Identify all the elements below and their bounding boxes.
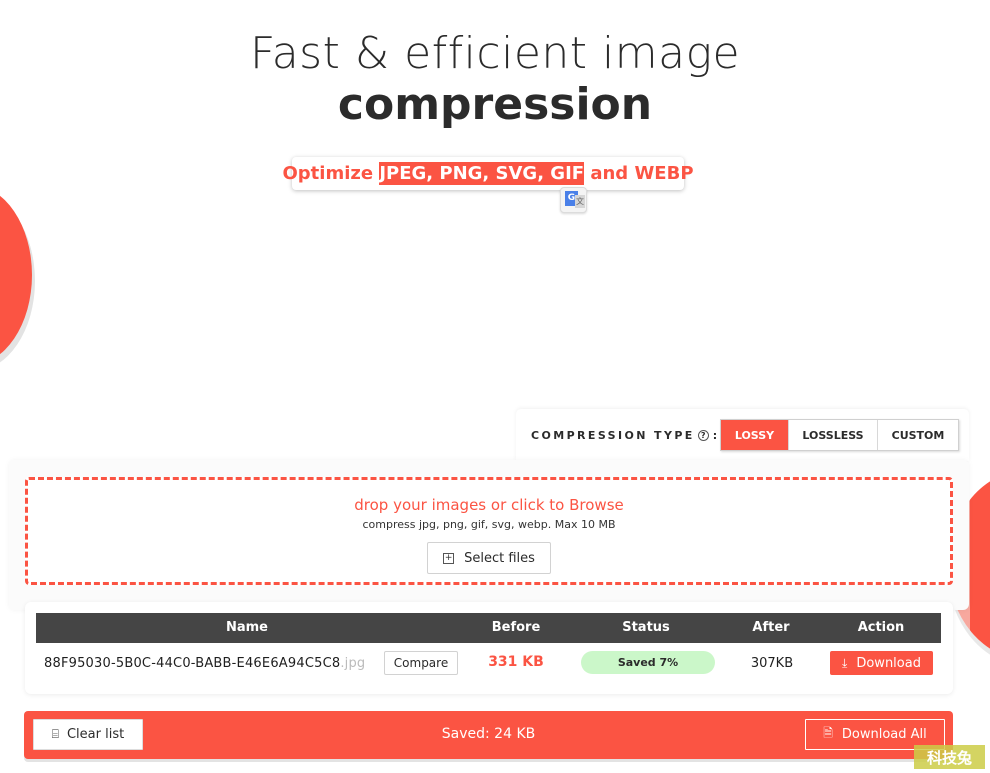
size-after: 307KB xyxy=(750,656,794,671)
select-files-button[interactable]: + Select files xyxy=(427,542,551,574)
subtitle-suffix: and WEBP xyxy=(584,163,694,184)
column-header-action: Action xyxy=(857,620,905,635)
compression-type-toggle: LOSSY LOSSLESS CUSTOM xyxy=(720,419,959,451)
table-header: Name Before Status After Action xyxy=(36,613,941,643)
select-files-label: Select files xyxy=(464,550,535,566)
compression-type-label: COMPRESSION TYPE ? : xyxy=(531,429,720,442)
column-header-after: After xyxy=(752,620,790,635)
summary-bar: ⌸ Clear list Saved: 24 KB 🗎 Download All xyxy=(24,711,953,759)
file-extension: .jpg xyxy=(340,656,366,671)
lossy-button[interactable]: LOSSY xyxy=(721,420,789,450)
subtitle-prefix: Optimize xyxy=(282,163,380,184)
compression-type-panel: COMPRESSION TYPE ? : LOSSY LOSSLESS CUST… xyxy=(516,409,969,461)
download-all-label: Download All xyxy=(841,727,927,742)
compression-type-text: COMPRESSION TYPE xyxy=(531,428,695,442)
download-icon: ⤓ xyxy=(842,655,848,670)
zip-file-icon: 🗎 xyxy=(823,726,833,740)
lossless-button[interactable]: LOSSLESS xyxy=(789,420,878,450)
column-header-before: Before xyxy=(491,620,541,635)
file-name-text: 88F95030-5B0C-44C0-BABB-E46E6A94C5C8 xyxy=(44,656,341,671)
help-icon[interactable]: ? xyxy=(697,429,709,441)
add-file-icon: + xyxy=(443,552,455,564)
dropzone-subtitle: compress jpg, png, gif, svg, webp. Max 1… xyxy=(362,518,616,531)
custom-button[interactable]: CUSTOM xyxy=(878,420,958,450)
files-table: Name Before Status After Action 88F95030… xyxy=(25,602,953,694)
supported-formats-banner: Optimize JPEG, PNG, SVG, GIF and WEBP xyxy=(282,157,694,190)
download-label: Download xyxy=(856,655,921,671)
file-name: 88F95030-5B0C-44C0-BABB-E46E6A94C5C8.jpg xyxy=(44,656,382,671)
file-dropzone[interactable]: drop your images or click to Browse comp… xyxy=(25,477,953,585)
google-translate-icon[interactable]: G 文 xyxy=(560,187,587,213)
translate-t-glyph: 文 xyxy=(575,195,585,208)
hero-heading: Fast & efficient image compression xyxy=(0,28,990,130)
column-header-name: Name xyxy=(225,620,268,635)
compare-button[interactable]: Compare xyxy=(384,651,458,675)
hero-title-line1: Fast & efficient image xyxy=(249,28,741,79)
hero-title-line2: compression xyxy=(337,79,653,130)
status-badge: Saved 7% xyxy=(581,651,715,674)
decorative-circle-left xyxy=(0,185,32,365)
label-colon: : xyxy=(712,428,720,442)
column-header-status: Status xyxy=(622,620,670,635)
watermark: 科技兔 xyxy=(914,745,985,769)
download-button[interactable]: ⤓ Download xyxy=(830,651,933,675)
table-row: 88F95030-5B0C-44C0-BABB-E46E6A94C5C8.jpg… xyxy=(36,649,941,679)
size-before: 331 KB xyxy=(488,654,544,670)
subtitle-highlighted-selection: JPEG, PNG, SVG, GIF xyxy=(379,162,585,185)
dropzone-title: drop your images or click to Browse xyxy=(354,496,624,514)
